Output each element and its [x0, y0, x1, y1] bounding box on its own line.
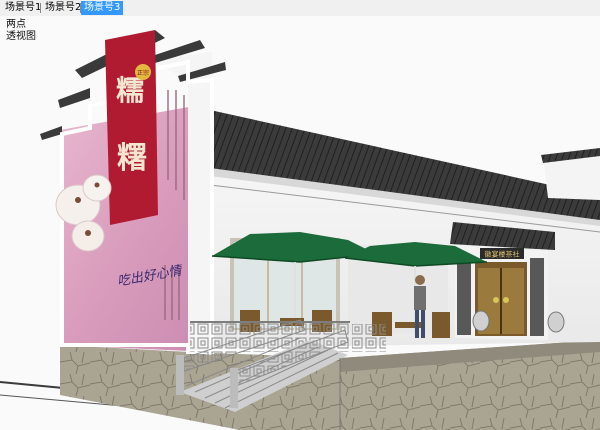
- mural-badge-text: 正宗: [137, 69, 149, 77]
- tab-scene-3[interactable]: 场景号3: [81, 1, 124, 15]
- scene-render: 徽宴楼茶社 糯 糬 正宗 吃出好心情: [0, 16, 600, 430]
- camera-mode-label: 两点: [6, 19, 26, 30]
- scene-tab-bar: 场景号1 场景号2 场景号3: [0, 0, 600, 17]
- mural-red-banner: [105, 30, 158, 225]
- tab-separator: [40, 3, 41, 13]
- tab-scene-1[interactable]: 场景号1: [2, 1, 44, 15]
- tab-scene-2[interactable]: 场景号2: [42, 1, 84, 15]
- shop-sign-text: 徽宴楼茶社: [485, 250, 520, 259]
- 3d-viewport[interactable]: 徽宴楼茶社 糯 糬 正宗 吃出好心情 两点 透视图: [0, 16, 600, 430]
- mural-title-char-2: 糬: [117, 141, 147, 176]
- projection-label: 透视图: [6, 31, 36, 42]
